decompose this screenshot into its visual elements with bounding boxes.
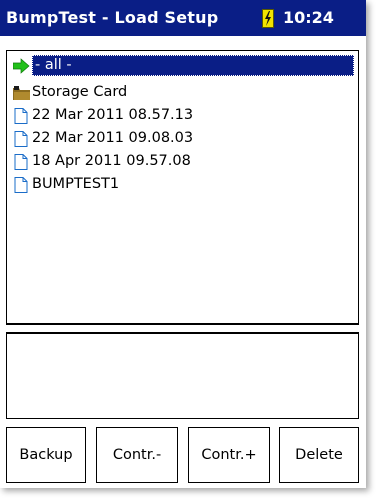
list-item-file[interactable]: 22 Mar 2011 08.57.13 [13, 105, 353, 126]
list-item-all[interactable]: - all - [12, 55, 354, 76]
list-item-label: 22 Mar 2011 08.57.13 [32, 107, 194, 123]
list-item-file[interactable]: 18 Apr 2011 09.57.08 [13, 151, 353, 172]
file-icon [13, 177, 30, 193]
list-item-label: - all - [32, 55, 354, 76]
file-icon [13, 154, 30, 170]
file-icon [13, 131, 30, 147]
file-list[interactable]: - all - Storage Card 22 Mar 2011 08.57.1… [6, 50, 359, 325]
device-screen: BumpTest - Load Setup 10:24 - all - Stor… [0, 0, 366, 488]
list-item-label: BUMPTEST1 [32, 176, 120, 192]
list-item-file[interactable]: 22 Mar 2011 09.08.03 [13, 128, 353, 149]
list-item-label: Storage Card [32, 84, 128, 100]
list-item-storage-card[interactable]: Storage Card [13, 82, 353, 103]
clock: 10:24 [283, 8, 334, 27]
storage-card-folder-icon [13, 85, 30, 101]
battery-charging-icon [262, 9, 274, 28]
file-icon [13, 108, 30, 124]
list-item-label: 22 Mar 2011 09.08.03 [32, 130, 194, 146]
contrast-plus-button[interactable]: Contr.+ [188, 427, 270, 483]
title-bar: BumpTest - Load Setup 10:24 [0, 0, 366, 36]
contrast-minus-button[interactable]: Contr.- [96, 427, 178, 483]
window-title: BumpTest - Load Setup [6, 8, 219, 27]
list-item-label: 18 Apr 2011 09.57.08 [32, 153, 191, 169]
green-arrow-icon [12, 58, 30, 74]
delete-button[interactable]: Delete [279, 427, 359, 483]
backup-button[interactable]: Backup [6, 427, 86, 483]
info-pane [6, 332, 359, 419]
list-item-file[interactable]: BUMPTEST1 [13, 174, 353, 195]
